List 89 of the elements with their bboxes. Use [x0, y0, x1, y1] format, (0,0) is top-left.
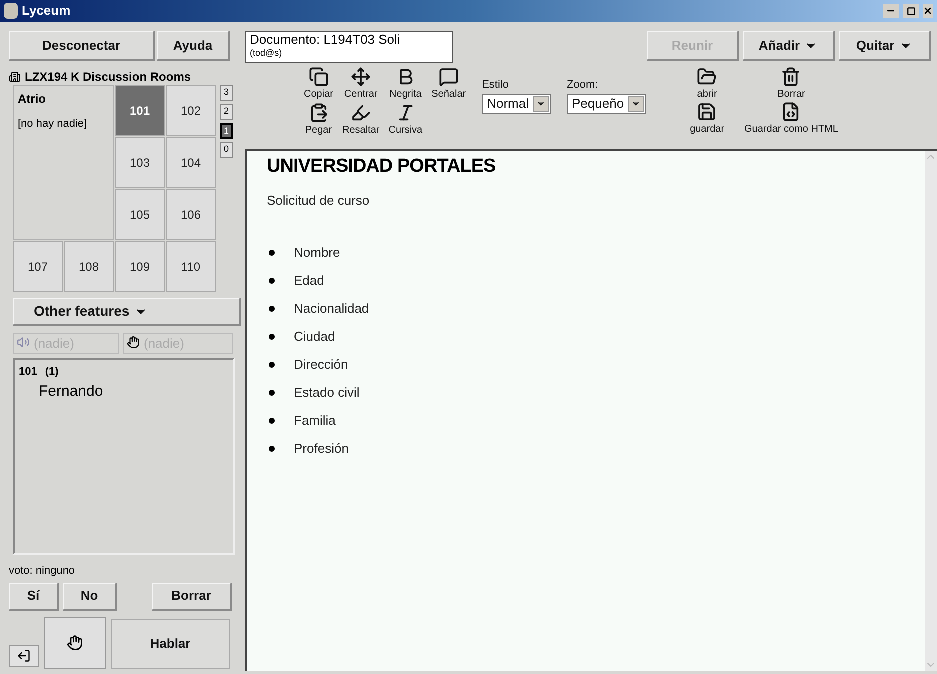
participant-count: (1)	[45, 365, 59, 380]
button[interactable]: Borrar	[152, 582, 232, 610]
room-button[interactable]: 106	[166, 189, 216, 240]
room-button[interactable]: 102	[166, 85, 216, 136]
button[interactable]: Sí	[9, 582, 59, 610]
participant-name[interactable]: Fernando	[19, 380, 229, 403]
list-item: Profesión	[294, 440, 349, 458]
close-button[interactable]	[923, 4, 933, 18]
speech-bubble-icon	[438, 67, 459, 87]
toolbar-button[interactable]: Centrar	[338, 67, 384, 102]
toolbar-button[interactable]: Negrita	[384, 67, 427, 102]
atrio-panel[interactable]: Atrio [no hay nadie]	[13, 85, 114, 240]
floor-button[interactable]: 3	[220, 85, 233, 101]
toolbar-button[interactable]: Copiar	[300, 67, 338, 102]
restore-button[interactable]	[903, 4, 919, 18]
toolbar-button[interactable]: abrir	[686, 67, 729, 102]
toolbar-button[interactable]: Borrar	[740, 67, 842, 102]
raise-hand-button[interactable]	[44, 616, 106, 668]
list-item: Nacionalidad	[294, 300, 370, 318]
bullet-icon	[269, 362, 275, 368]
room-button[interactable]: 109	[115, 241, 165, 292]
exit-button[interactable]	[9, 644, 39, 666]
room-number: 101	[19, 365, 38, 380]
hand-icon	[127, 336, 140, 349]
bullet-icon	[269, 250, 275, 256]
save-icon	[697, 102, 718, 122]
toolbar-button[interactable]: Resaltar	[338, 103, 384, 138]
select-field[interactable]: Normal	[482, 94, 551, 114]
hand-icon	[67, 634, 83, 650]
toolbar-button[interactable]: guardar	[686, 102, 729, 137]
bullet-icon	[269, 278, 275, 284]
toolbar-button[interactable]: Pegar	[300, 103, 338, 138]
button[interactable]: Desconectar	[9, 31, 155, 61]
list-item: Estado civil	[294, 384, 360, 402]
room-button[interactable]: 101	[115, 85, 165, 136]
building-icon	[9, 71, 21, 83]
toolbar-button[interactable]: Cursiva	[384, 103, 427, 138]
bullet-icon	[269, 390, 275, 396]
speaker-icon	[17, 336, 30, 349]
atrio-occupants: [no hay nadie]	[18, 117, 88, 132]
paste-icon	[308, 103, 329, 123]
minimize-button[interactable]	[883, 4, 899, 18]
floor-button[interactable]: 2	[220, 104, 233, 120]
room-button[interactable]: 107	[13, 241, 63, 292]
list-item: Ciudad	[294, 328, 336, 346]
button[interactable]: Other features	[13, 298, 241, 326]
button[interactable]: No	[63, 582, 117, 610]
select-label: Estilo	[482, 78, 510, 93]
toolbar-button[interactable]: Guardar como HTML	[740, 102, 842, 137]
button[interactable]: Hablar	[111, 618, 230, 668]
exit-icon	[17, 648, 31, 662]
list-item: Familia	[294, 412, 336, 430]
bullet-icon	[269, 446, 275, 452]
list-item: Edad	[294, 272, 324, 290]
document-field[interactable]: Documento: L194T03 Soli (tod@s)	[245, 31, 453, 63]
room-button[interactable]: 103	[115, 137, 165, 188]
folder-icon	[697, 67, 718, 87]
copy-icon	[308, 67, 329, 87]
document-heading: UNIVERSIDAD PORTALES	[267, 155, 497, 179]
bullet-icon	[269, 306, 275, 312]
trash-icon	[781, 67, 802, 87]
floor-button[interactable]: 1	[220, 123, 233, 139]
button[interactable]: Ayuda	[157, 31, 230, 61]
list-item: Nombre	[294, 244, 340, 262]
toolbar-button[interactable]: Señalar	[428, 67, 470, 102]
scrollbar[interactable]	[925, 151, 937, 671]
bullet-icon	[269, 334, 275, 340]
highlighter-icon	[351, 103, 372, 123]
button[interactable]: Añadir	[743, 31, 835, 61]
room-button[interactable]: 108	[64, 241, 114, 292]
app-icon	[4, 3, 18, 19]
restore-icon	[906, 6, 916, 16]
atrio-title: Atrio	[18, 91, 47, 108]
floor-button[interactable]: 0	[220, 142, 233, 158]
document-subtitle: Solicitud de curso	[267, 192, 371, 210]
window-title: Lyceum	[22, 2, 71, 20]
close-icon	[923, 6, 933, 16]
room-button[interactable]: 105	[115, 189, 165, 240]
file-code-icon	[781, 102, 802, 122]
vote-status: voto: ninguno	[9, 564, 76, 579]
room-button[interactable]: 104	[166, 137, 216, 188]
select-field[interactable]: Pequeño	[567, 94, 646, 114]
rooms-title: LZX194 K Discussion Rooms	[25, 69, 192, 86]
list-item: Dirección	[294, 356, 348, 374]
room-button[interactable]: 110	[166, 241, 216, 292]
button[interactable]: Quitar	[839, 31, 931, 61]
select-label: Zoom:	[567, 78, 600, 93]
bullet-icon	[269, 418, 275, 424]
arrows-icon	[351, 67, 372, 87]
